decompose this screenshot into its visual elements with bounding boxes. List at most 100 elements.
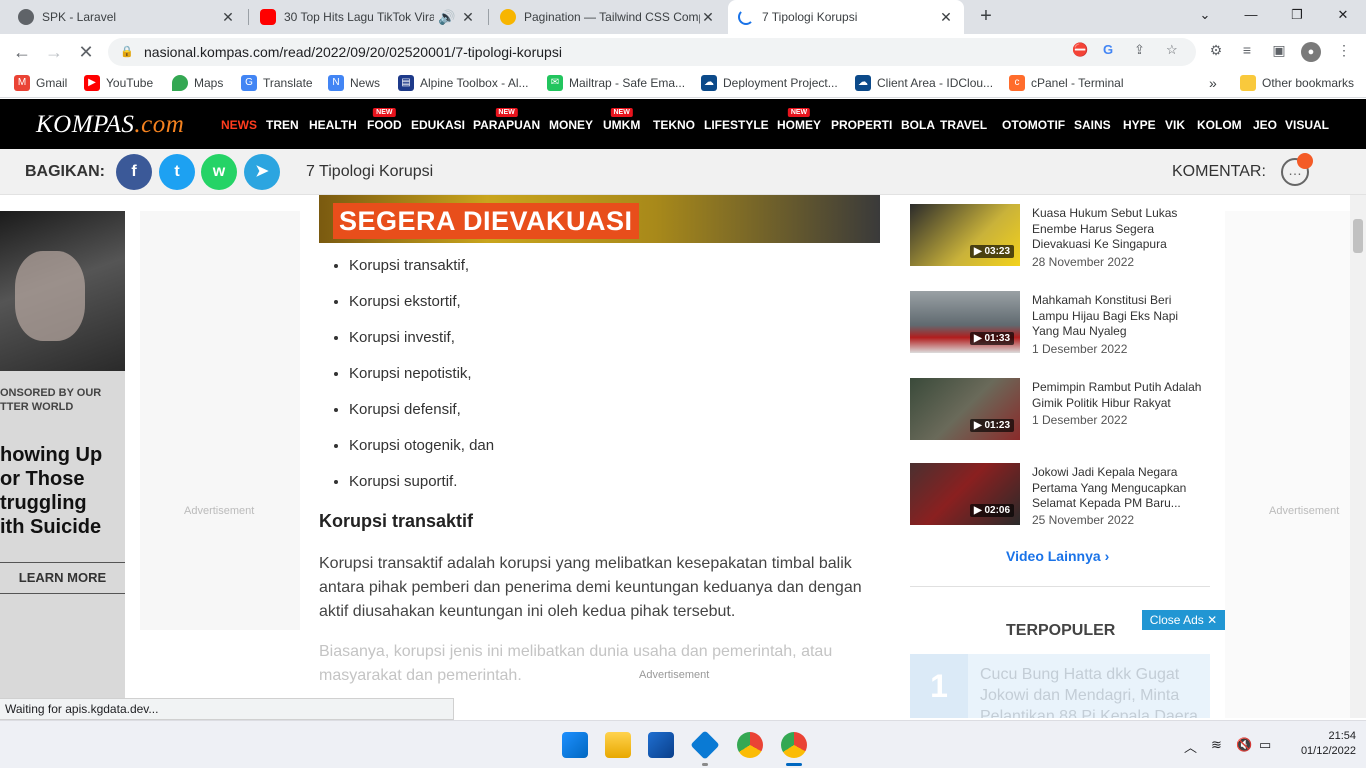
video-thumbnail[interactable]: ▶ 01:23 [910,378,1020,440]
video-title[interactable]: Kuasa Hukum Sebut Lukas Enembe Harus Seg… [1032,206,1207,253]
whatsapp-share-button[interactable]: w [201,154,237,190]
nav-item-lifestyle[interactable]: LIFESTYLE [704,118,769,132]
popular-title[interactable]: Cucu Bung Hatta dkk Gugat Jokowi dan Men… [980,664,1200,718]
chrome-icon[interactable] [737,732,763,758]
nav-item-label: HOMEY [777,118,822,132]
bookmarks-overflow-button[interactable]: » [1209,75,1217,91]
profile-avatar[interactable]: ● [1301,42,1321,62]
bookmark-cpanel[interactable]: c cPanel - Terminal [1009,75,1123,91]
nav-item-tren[interactable]: TREN [266,118,299,132]
bookmark-translate[interactable]: G Translate [241,75,313,91]
nav-item-properti[interactable]: PROPERTI [831,118,892,132]
nav-item-visual[interactable]: VISUAL [1285,118,1329,132]
minimize-button[interactable]: — [1228,0,1274,30]
facebook-share-button[interactable]: f [116,154,152,190]
system-clock[interactable]: 21:54 01/12/2022 [1290,729,1356,759]
nav-item-edukasi[interactable]: EDUKASI [411,118,465,132]
microsoft-store-icon[interactable] [648,732,674,758]
video-thumbnail[interactable]: ▶ 01:33 [910,291,1020,353]
popular-item[interactable]: 1 Cucu Bung Hatta dkk Gugat Jokowi dan M… [910,654,1210,718]
close-window-button[interactable]: ✕ [1320,0,1366,30]
nav-item-health[interactable]: HEALTH [309,118,357,132]
restore-button[interactable]: ❐ [1274,0,1320,30]
close-ads-button[interactable]: Close Ads ✕ [1142,610,1225,630]
video-item[interactable]: ▶ 01:23 Pemimpin Rambut Putih Adalah Gim… [910,378,1210,458]
bookmark-other[interactable]: Other bookmarks [1240,75,1354,91]
extensions-icon[interactable]: ⚙ [1206,42,1226,62]
video-title[interactable]: Pemimpin Rambut Putih Adalah Gimik Polit… [1032,380,1207,411]
address-bar[interactable]: 🔒 nasional.kompas.com/read/2022/09/20/02… [108,38,1196,66]
media-control-icon[interactable]: ≡ [1237,42,1257,62]
video-item[interactable]: ▶ 01:33 Mahkamah Konstitusi Beri Lampu H… [910,291,1210,371]
speaker-muted-icon[interactable]: 🔇 [1236,737,1252,753]
wifi-icon[interactable]: ≋ [1211,737,1222,753]
chrome-profile-icon[interactable] [781,732,807,758]
nav-item-parapuan[interactable]: PARAPUAN NEW [473,108,540,132]
windows-start-icon[interactable] [562,732,588,758]
menu-kebab-icon[interactable]: ⋮ [1334,42,1354,62]
left-sponsored-ad[interactable]: ONSORED BY OUR TTER WORLD howing Up or T… [0,211,125,718]
more-videos-link[interactable]: Video Lainnya › [1006,548,1109,564]
back-button[interactable]: ← [8,39,36,65]
twitter-share-button[interactable]: t [159,154,195,190]
tab-spk-laravel[interactable]: SPK - Laravel ✕ [8,0,246,34]
nav-item-tekno[interactable]: TEKNO [653,118,695,132]
telegram-share-button[interactable]: ➤ [244,154,280,190]
video-title[interactable]: Jokowi Jadi Kepala Negara Pertama Yang M… [1032,465,1207,512]
bookmark-gmail[interactable]: M Gmail [14,75,67,91]
bookmark-star-icon[interactable]: ☆ [1166,42,1178,58]
video-title[interactable]: Mahkamah Konstitusi Beri Lampu Hijau Bag… [1032,293,1207,340]
bookmark-alpine[interactable]: ▤ Alpine Toolbox - Al... [398,75,529,91]
bookmark-client-area[interactable]: ☁ Client Area - IDClou... [855,75,993,91]
file-explorer-icon[interactable] [605,732,631,758]
bookmark-maps[interactable]: Maps [172,75,223,91]
nav-item-kolom[interactable]: KOLOM [1197,118,1242,132]
nav-item-bola[interactable]: BOLA [901,118,935,132]
tab-strip: SPK - Laravel ✕ 30 Top Hits Lagu TikTok … [0,0,1366,34]
close-icon[interactable]: ✕ [700,9,716,26]
video-thumbnail[interactable]: ▶ 03:23 [910,204,1020,266]
nav-item-jeo[interactable]: JEO [1253,118,1277,132]
nav-item-hype[interactable]: HYPE [1123,118,1156,132]
google-icon[interactable]: G [1103,42,1113,57]
lock-icon[interactable]: 🔒 [120,45,134,59]
tab-kompas-active[interactable]: 7 Tipologi Korupsi ✕ [728,0,964,34]
nav-item-otomotif[interactable]: OTOMOTIF [1002,118,1065,132]
side-panel-icon[interactable]: ▣ [1269,42,1289,62]
nav-item-money[interactable]: MONEY [549,118,593,132]
learn-more-button[interactable]: LEARN MORE [0,562,125,594]
tab-search-icon[interactable]: ⌄ [1182,0,1228,30]
share-icon[interactable]: ⇪ [1134,42,1145,58]
nav-item-umkm[interactable]: UMKM NEW [603,108,640,132]
nav-item-food[interactable]: FOOD NEW [367,108,402,132]
bookmark-deployment[interactable]: ☁ Deployment Project... [701,75,838,91]
nav-item-vik[interactable]: VIK [1165,118,1185,132]
new-tab-button[interactable]: + [973,5,999,29]
tab-youtube[interactable]: 30 Top Hits Lagu TikTok Viral 🔊 ✕ [250,0,486,34]
bookmark-mailtrap[interactable]: ✉ Mailtrap - Safe Ema... [547,75,685,91]
forward-button[interactable]: → [40,39,68,65]
page-scrollbar[interactable] [1350,195,1366,718]
stop-loading-button[interactable]: ✕ [72,39,100,65]
bookmark-news[interactable]: N News [328,75,380,91]
tab-tailwind[interactable]: Pagination — Tailwind CSS Comp ✕ [490,0,726,34]
nav-item-homey[interactable]: HOMEY NEW [777,108,822,132]
cookie-blocked-icon[interactable]: ⛔ [1072,42,1088,58]
close-icon[interactable]: ✕ [938,9,954,26]
article-video-banner[interactable]: SEGERA DIEVAKUASI [319,195,880,243]
close-icon[interactable]: ✕ [220,9,236,26]
kompas-logo[interactable]: KOMPAS.com [36,111,184,139]
nav-item-sains[interactable]: SAINS [1074,118,1111,132]
nav-item-news[interactable]: NEWS [221,118,257,132]
video-thumbnail[interactable]: ▶ 02:06 [910,463,1020,525]
speaker-icon[interactable]: 🔊 [434,9,460,26]
nav-item-travel[interactable]: TRAVEL [940,118,987,132]
video-item[interactable]: ▶ 03:23 Kuasa Hukum Sebut Lukas Enembe H… [910,204,1210,284]
vscode-icon[interactable] [690,730,720,760]
scrollbar-thumb[interactable] [1353,219,1363,253]
close-icon[interactable]: ✕ [460,9,476,26]
tray-chevron-up-icon[interactable]: ︿ [1184,737,1197,756]
battery-icon[interactable]: ▭ [1259,737,1271,753]
bookmark-youtube[interactable]: ▶ YouTube [84,75,153,91]
video-item[interactable]: ▶ 02:06 Jokowi Jadi Kepala Negara Pertam… [910,463,1210,543]
